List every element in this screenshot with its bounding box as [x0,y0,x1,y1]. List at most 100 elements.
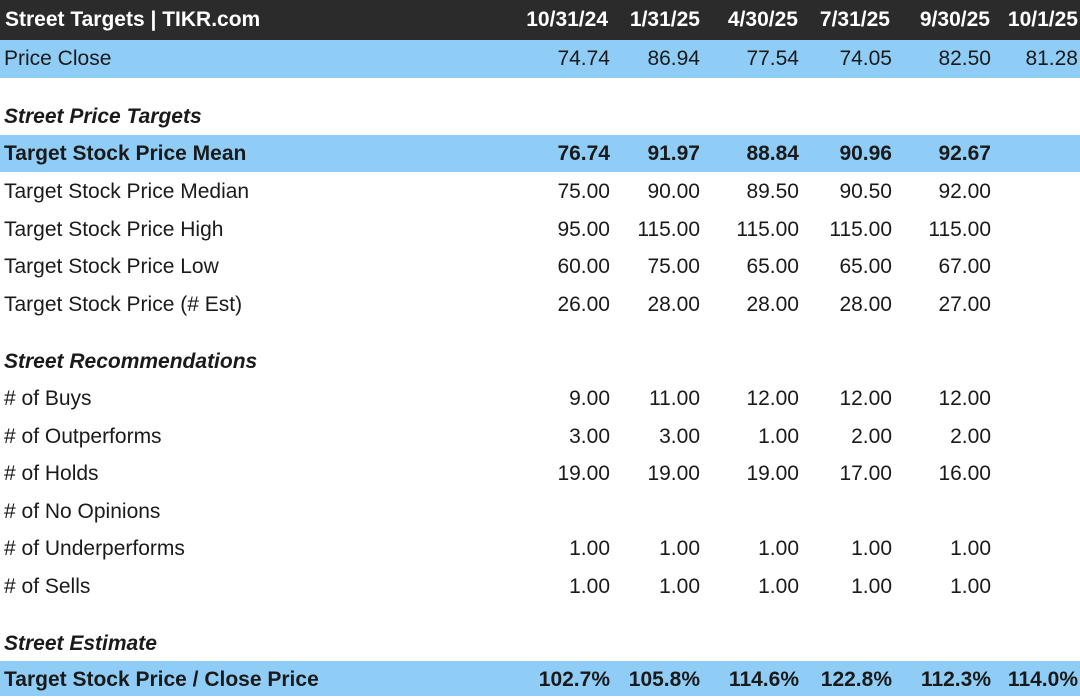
cell-value: 105.8% [628,668,700,691]
row-label: Target Stock Price (# Est) [4,293,243,316]
cell-value: 115.00 [736,218,799,241]
row-label: Target Stock Price Low [4,255,219,278]
row-label: Target Stock Price Mean [4,142,247,165]
cell-value: 12.00 [938,387,991,410]
cell-value: 1.00 [758,575,799,598]
cell-value: 1.00 [758,425,799,448]
cell-value: 95.00 [557,218,610,241]
table-row: Target Stock Price Mean 76.74 91.97 88.8… [0,135,1080,172]
table-row: # of Underperforms 1.00 1.00 1.00 1.00 1… [0,530,1080,567]
section-title: Street Price Targets [4,105,202,128]
cell-value: 89.50 [746,180,799,203]
cell-value: 19.00 [647,462,700,485]
cell-value: 1.00 [950,575,991,598]
cell-value: 2.00 [950,425,991,448]
row-label: # of Underperforms [4,537,185,560]
cell-value: 114.6% [728,668,799,691]
row-label: # of No Opinions [4,500,161,523]
cell-value: 2.00 [851,425,892,448]
cell-value: 1.00 [851,575,892,598]
cell-value: 115.00 [637,218,700,241]
cell-value: 65.00 [746,255,799,278]
table-row: Target Stock Price / Close Price 102.7% … [0,661,1080,696]
cell-value: 26.00 [557,293,610,316]
date-header: 10/31/24 [526,8,608,31]
cell-value: 112.3% [920,668,991,691]
cell-value: 76.74 [557,142,610,165]
cell-value: 1.00 [758,537,799,560]
table-row: # of Holds 19.00 19.00 19.00 17.00 16.00 [0,455,1080,492]
cell-value: 1.00 [569,575,610,598]
price-close-row: Price Close 74.74 86.94 77.54 74.05 82.5… [0,40,1080,78]
date-header: 10/1/25 [1007,8,1078,31]
cell-value: 102.7% [538,668,610,691]
cell-value: 11.00 [649,387,700,410]
cell-value: 122.8% [820,668,892,691]
row-label: # of Buys [4,387,92,410]
cell-value: 16.00 [938,462,991,485]
cell-value: 3.00 [659,425,700,448]
section-title: Street Recommendations [4,350,258,373]
row-label: # of Holds [4,462,99,485]
cell-value: 86.94 [647,47,700,70]
row-label: Price Close [4,47,112,70]
row-label: Target Stock Price High [4,218,224,241]
date-header: 7/31/25 [819,8,890,31]
date-header: 4/30/25 [727,8,798,31]
cell-value: 28.00 [746,293,799,316]
row-label: Target Stock Price / Close Price [4,668,319,691]
cell-value: 115.00 [928,218,991,241]
date-header: 9/30/25 [919,8,990,31]
cell-value: 1.00 [950,537,991,560]
cell-value: 90.96 [839,142,892,165]
table-row: # of No Opinions [0,493,1080,530]
cell-value: 92.67 [938,142,991,165]
cell-value: 12.00 [839,387,892,410]
row-label: # of Outperforms [4,425,162,448]
section-heading-price-targets: Street Price Targets [0,98,1080,135]
cell-value: 19.00 [557,462,610,485]
cell-value: 74.74 [557,47,610,70]
page-title: Street Targets | TIKR.com [5,8,261,31]
cell-value: 90.50 [839,180,892,203]
section-title: Street Estimate [4,632,157,655]
cell-value: 28.00 [647,293,700,316]
table-row: # of Sells 1.00 1.00 1.00 1.00 1.00 [0,568,1080,605]
cell-value: 17.00 [839,462,892,485]
section-heading-estimate: Street Estimate [0,625,1080,662]
table-row: Target Stock Price (# Est) 26.00 28.00 2… [0,286,1080,323]
cell-value: 1.00 [659,537,700,560]
cell-value: 115.00 [829,218,892,241]
cell-value: 67.00 [938,255,991,278]
cell-value: 75.00 [557,180,610,203]
table-row: # of Outperforms 3.00 3.00 1.00 2.00 2.0… [0,418,1080,455]
cell-value: 82.50 [938,47,991,70]
cell-value: 9.00 [569,387,610,410]
table-row: # of Buys 9.00 11.00 12.00 12.00 12.00 [0,380,1080,417]
cell-value: 81.28 [1025,47,1078,70]
date-header: 1/31/25 [629,8,700,31]
cell-value: 92.00 [938,180,991,203]
cell-value: 1.00 [659,575,700,598]
cell-value: 12.00 [746,387,799,410]
cell-value: 91.97 [647,142,700,165]
cell-value: 1.00 [569,537,610,560]
cell-value: 1.00 [851,537,892,560]
cell-value: 19.00 [746,462,799,485]
cell-value: 27.00 [938,293,991,316]
cell-value: 74.05 [839,47,892,70]
section-heading-recommendations: Street Recommendations [0,343,1080,380]
cell-value: 28.00 [839,293,892,316]
table-row: Target Stock Price Low 60.00 75.00 65.00… [0,248,1080,285]
row-label: Target Stock Price Median [4,180,250,203]
cell-value: 65.00 [839,255,892,278]
cell-value: 90.00 [647,180,700,203]
cell-value: 75.00 [647,255,700,278]
cell-value: 60.00 [557,255,610,278]
cell-value: 88.84 [746,142,799,165]
cell-value: 114.0% [1007,668,1078,691]
table-header: Street Targets | TIKR.com 10/31/24 1/31/… [0,0,1080,40]
table-row: Target Stock Price High 95.00 115.00 115… [0,211,1080,248]
table-row: Target Stock Price Median 75.00 90.00 89… [0,173,1080,210]
cell-value: 77.54 [746,47,799,70]
